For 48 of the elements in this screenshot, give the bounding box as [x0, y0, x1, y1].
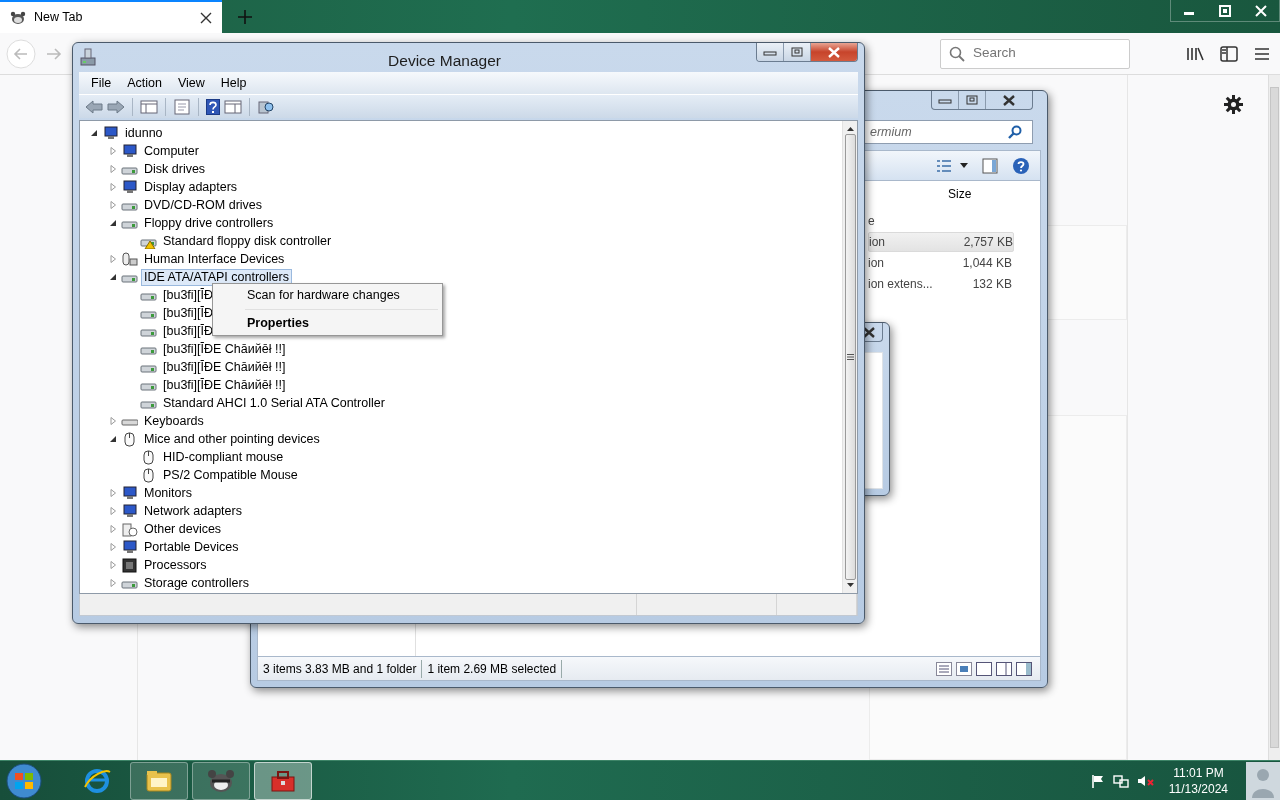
menu-item[interactable]: View — [169, 73, 213, 93]
file-row[interactable]: ion 1,044 KB — [868, 253, 1012, 272]
tree-item[interactable]: [bu3fi][ĪĐ — [160, 322, 217, 340]
tree-item[interactable]: [bu3fi][ĪĐ — [160, 286, 217, 304]
tree-item[interactable]: DVD/CD-ROM drives — [141, 196, 266, 214]
tree-item[interactable]: idunno — [122, 124, 166, 142]
clock[interactable]: 11:01 PM 11/13/2024 — [1168, 764, 1228, 797]
menu-item[interactable]: Action — [119, 73, 170, 93]
menu-item[interactable]: File — [83, 73, 120, 93]
group-label: e — [868, 212, 875, 230]
tree-item[interactable]: Mice and other pointing devices — [141, 430, 323, 448]
tree-item[interactable]: Display adapters — [141, 178, 241, 196]
status-text: 1 item 2.69 MB selected — [422, 659, 563, 678]
tree-item[interactable]: IDE ATA/ATAPI controllers — [141, 268, 292, 286]
menu-item[interactable]: Properties — [215, 313, 440, 334]
browser-tab[interactable]: New Tab — [0, 0, 222, 33]
tree-item[interactable]: PS/2 Compatible Mouse — [160, 466, 301, 484]
tree-item[interactable]: [bu3fi][ĪĐE Chāийēł !!] — [160, 358, 289, 376]
tree-item[interactable]: HID-compliant mouse — [160, 448, 287, 466]
tree-item[interactable]: Processors — [141, 556, 210, 574]
clock-date: 11/13/2024 — [1168, 780, 1228, 797]
window-title: Device Manager — [387, 51, 502, 71]
menu-item[interactable]: Help — [212, 73, 255, 93]
status-text: 3 items 3.83 MB and 1 folder — [258, 659, 423, 678]
tree-item[interactable]: [bu3fi][ĪĐE Chāийēł !!] — [160, 340, 289, 358]
search-input[interactable]: ermium — [868, 121, 1008, 143]
menu-item[interactable]: Scan for hardware changes — [215, 285, 440, 306]
file-row[interactable]: ion 2,757 KB — [868, 231, 1014, 252]
tree-item[interactable]: [bu3fi][ĪĐ — [160, 304, 217, 322]
file-row[interactable]: ion extens... 132 KB — [868, 274, 1012, 293]
tree-item[interactable]: Disk drives — [141, 160, 209, 178]
tree-item[interactable]: Monitors — [141, 484, 195, 502]
tree-item[interactable]: Other devices — [141, 520, 225, 538]
tree-item[interactable]: [bu3fi][ĪĐE Chāийēł !!] — [160, 376, 289, 394]
tree-item[interactable]: Human Interface Devices — [141, 250, 288, 268]
tree-item[interactable]: Keyboards — [141, 412, 207, 430]
tree-item[interactable]: Floppy drive controllers — [141, 214, 277, 232]
tree-item[interactable]: Standard floppy disk controller — [160, 232, 335, 250]
tree-item[interactable]: Standard AHCI 1.0 Serial ATA Controller — [160, 394, 388, 412]
search-field[interactable]: Search — [940, 38, 1130, 69]
column-header[interactable]: Size — [948, 186, 972, 201]
clock-time: 11:01 PM — [1173, 764, 1224, 781]
tree-item[interactable]: Network adapters — [141, 502, 245, 520]
tree-item[interactable]: Portable Devices — [141, 538, 242, 556]
search-field[interactable]: ermium — [863, 120, 1033, 144]
tree-item[interactable]: Computer — [141, 142, 202, 160]
search-input[interactable]: Search — [971, 42, 1111, 65]
tree-item[interactable]: Storage controllers — [141, 574, 252, 592]
